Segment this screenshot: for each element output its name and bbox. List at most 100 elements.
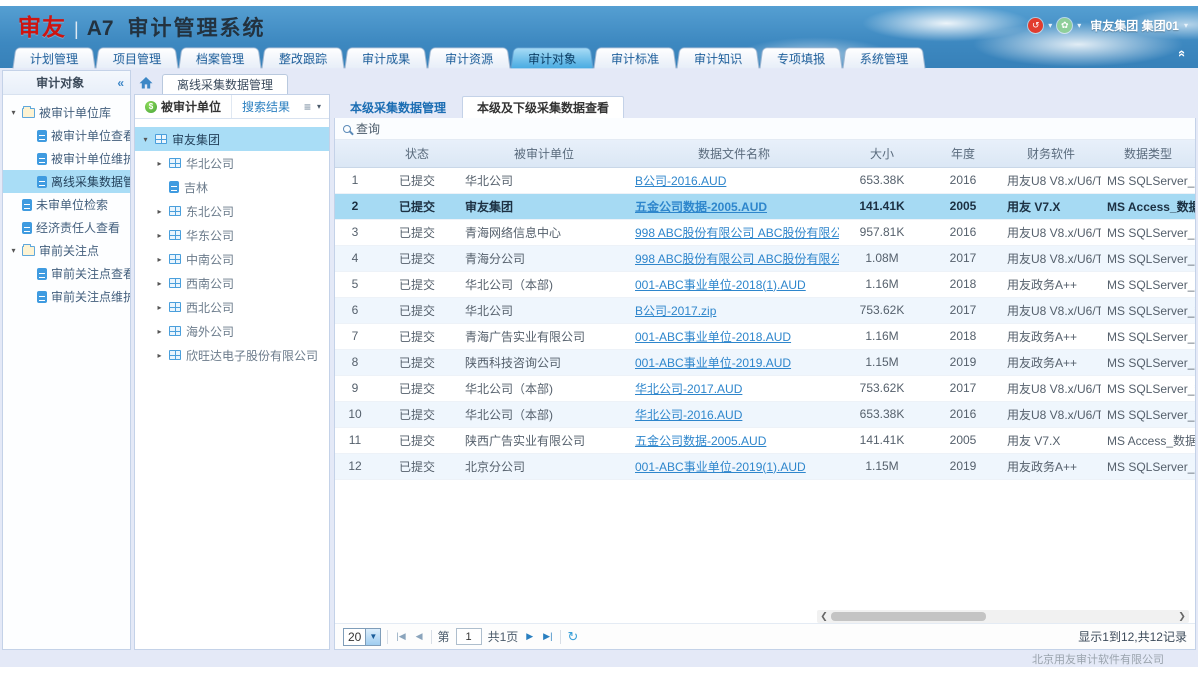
table-row[interactable]: 8 已提交 陕西科技咨询公司 001-ABC事业单位-2019.AUD 1.15…: [335, 349, 1195, 375]
open-page-tab[interactable]: 离线采集数据管理: [162, 74, 288, 94]
tree-item[interactable]: ▾ 审前关注点: [3, 239, 130, 262]
tree-item[interactable]: 被审计单位查看: [3, 124, 130, 147]
tree-item[interactable]: ▸ 华东公司: [135, 223, 329, 247]
banner-collapse-icon[interactable]: «: [1175, 50, 1190, 57]
user-caret-icon[interactable]: ▾: [1077, 21, 1081, 30]
refresh-icon[interactable]: ↻: [567, 629, 578, 645]
nav-tab[interactable]: 计划管理: [12, 47, 95, 68]
expander-icon[interactable]: ▸: [155, 303, 164, 312]
col-status[interactable]: 状态: [375, 140, 459, 167]
expander-icon[interactable]: ▸: [155, 255, 164, 264]
file-link[interactable]: 998 ABC股份有限公司 ABC股份有限公司: [635, 226, 839, 240]
nav-tab[interactable]: 系统管理: [843, 47, 926, 68]
file-link[interactable]: 五金公司数据-2005.AUD: [635, 200, 767, 214]
tree-item[interactable]: 离线采集数据管理: [3, 170, 130, 193]
table-row[interactable]: 1 已提交 华北公司 B公司-2016.AUD 653.38K 2016 用友U…: [335, 167, 1195, 193]
tree-item[interactable]: 审前关注点维护: [3, 285, 130, 308]
expander-icon[interactable]: ▾: [9, 246, 18, 255]
col-file-name[interactable]: 数据文件名称: [629, 140, 839, 167]
col-year[interactable]: 年度: [925, 140, 1001, 167]
nav-tab[interactable]: 审计知识: [677, 47, 760, 68]
expander-icon[interactable]: ▾: [9, 108, 18, 117]
scroll-right-icon[interactable]: ❯: [1175, 610, 1189, 623]
table-row[interactable]: 3 已提交 青海网络信息中心 998 ABC股份有限公司 ABC股份有限公司 9…: [335, 219, 1195, 245]
next-page-button[interactable]: ▶: [524, 631, 535, 642]
expander-icon[interactable]: ▸: [155, 231, 164, 240]
file-link[interactable]: 998 ABC股份有限公司 ABC股份有限公司: [635, 252, 839, 266]
tree-item[interactable]: ▸ 中南公司: [135, 247, 329, 271]
tree-item[interactable]: ▾ 审友集团: [135, 127, 329, 151]
tab-search-results[interactable]: 搜索结果: [232, 95, 300, 118]
tree-item[interactable]: ▸ 欣旺达电子股份有限公司: [135, 343, 329, 367]
home-icon[interactable]: [138, 75, 154, 91]
file-link[interactable]: 001-ABC事业单位-2018.AUD: [635, 330, 791, 344]
tree-item[interactable]: ▸ 东北公司: [135, 199, 329, 223]
current-user-label[interactable]: 审友集团 集团01: [1090, 17, 1179, 34]
tree-item[interactable]: ▸ 华北公司: [135, 151, 329, 175]
query-button[interactable]: 查询: [335, 118, 1195, 140]
tree-item[interactable]: 吉林: [135, 175, 329, 199]
table-row[interactable]: 12 已提交 北京分公司 001-ABC事业单位-2019(1).AUD 1.1…: [335, 453, 1195, 479]
tree-item[interactable]: ▾ 被审计单位库: [3, 101, 130, 124]
table-row[interactable]: 7 已提交 青海广告实业有限公司 001-ABC事业单位-2018.AUD 1.…: [335, 323, 1195, 349]
org-caret-icon[interactable]: ▾: [1184, 21, 1188, 30]
tree-item[interactable]: 被审计单位维护: [3, 147, 130, 170]
col-datatype[interactable]: 数据类型: [1101, 140, 1195, 167]
col-software[interactable]: 财务软件: [1001, 140, 1101, 167]
table-row[interactable]: 10 已提交 华北公司（本部) 华北公司-2016.AUD 653.38K 20…: [335, 401, 1195, 427]
nav-tab[interactable]: 整改跟踪: [262, 47, 345, 68]
scrollbar-thumb[interactable]: [831, 612, 986, 621]
nav-tab[interactable]: 审计资源: [428, 47, 511, 68]
first-page-button[interactable]: |◀: [394, 631, 407, 642]
file-link[interactable]: 001-ABC事业单位-2019(1).AUD: [635, 460, 806, 474]
col-size[interactable]: 大小: [839, 140, 925, 167]
table-row[interactable]: 4 已提交 青海分公司 998 ABC股份有限公司 ABC股份有限公司 1.08…: [335, 245, 1195, 271]
scrollbar-track[interactable]: [831, 612, 1175, 621]
table-row[interactable]: 6 已提交 华北公司 B公司-2017.zip 753.62K 2017 用友U…: [335, 297, 1195, 323]
logout-icon[interactable]: ↺: [1028, 18, 1043, 33]
tree-item[interactable]: 经济责任人查看: [3, 216, 130, 239]
expander-icon[interactable]: ▾: [141, 135, 150, 144]
last-page-button[interactable]: ▶|: [541, 631, 554, 642]
table-row[interactable]: 2 已提交 审友集团 五金公司数据-2005.AUD 141.41K 2005 …: [335, 193, 1195, 219]
sidebar-collapse-icon[interactable]: «: [117, 76, 130, 90]
panel-dropdown-icon[interactable]: ▾: [317, 102, 321, 111]
file-link[interactable]: B公司-2016.AUD: [635, 174, 726, 188]
file-link[interactable]: 001-ABC事业单位-2018(1).AUD: [635, 278, 806, 292]
file-link[interactable]: 五金公司数据-2005.AUD: [635, 434, 766, 448]
prev-page-button[interactable]: ◀: [414, 631, 425, 642]
user-status-icon[interactable]: ✿: [1057, 18, 1072, 33]
tree-item[interactable]: 审前关注点查看: [3, 262, 130, 285]
horizontal-scrollbar[interactable]: ❮ ❯: [817, 610, 1189, 623]
logout-caret-icon[interactable]: ▾: [1048, 21, 1052, 30]
tree-item[interactable]: 未审单位检索: [3, 193, 130, 216]
page-number-input[interactable]: [456, 628, 482, 645]
col-audited-unit[interactable]: 被审计单位: [459, 140, 629, 167]
file-link[interactable]: 001-ABC事业单位-2019.AUD: [635, 356, 791, 370]
nav-tab[interactable]: 审计成果: [345, 47, 428, 68]
main-tab[interactable]: 本级采集数据管理: [336, 96, 460, 118]
main-tab[interactable]: 本级及下级采集数据查看: [462, 96, 624, 118]
expander-icon[interactable]: ▸: [155, 279, 164, 288]
file-link[interactable]: B公司-2017.zip: [635, 304, 716, 318]
expander-icon[interactable]: ▸: [155, 327, 164, 336]
table-row[interactable]: 11 已提交 陕西广告实业有限公司 五金公司数据-2005.AUD 141.41…: [335, 427, 1195, 453]
table-row[interactable]: 5 已提交 华北公司（本部) 001-ABC事业单位-2018(1).AUD 1…: [335, 271, 1195, 297]
page-size-select[interactable]: 20 ▼: [343, 628, 381, 646]
scroll-left-icon[interactable]: ❮: [817, 610, 831, 623]
expander-icon[interactable]: ▸: [155, 351, 164, 360]
nav-tab[interactable]: 审计对象: [511, 47, 594, 68]
table-row[interactable]: 9 已提交 华北公司（本部) 华北公司-2017.AUD 753.62K 201…: [335, 375, 1195, 401]
tree-item[interactable]: ▸ 西南公司: [135, 271, 329, 295]
expander-icon[interactable]: ▸: [155, 207, 164, 216]
panel-menu-icon[interactable]: ≡: [304, 100, 311, 114]
nav-tab[interactable]: 项目管理: [95, 47, 178, 68]
file-link[interactable]: 华北公司-2017.AUD: [635, 382, 742, 396]
tree-item[interactable]: ▸ 西北公司: [135, 295, 329, 319]
tree-item[interactable]: ▸ 海外公司: [135, 319, 329, 343]
file-link[interactable]: 华北公司-2016.AUD: [635, 408, 742, 422]
nav-tab[interactable]: 审计标准: [594, 47, 677, 68]
nav-tab[interactable]: 档案管理: [179, 47, 262, 68]
expander-icon[interactable]: ▸: [155, 159, 164, 168]
nav-tab[interactable]: 专项填报: [760, 47, 843, 68]
